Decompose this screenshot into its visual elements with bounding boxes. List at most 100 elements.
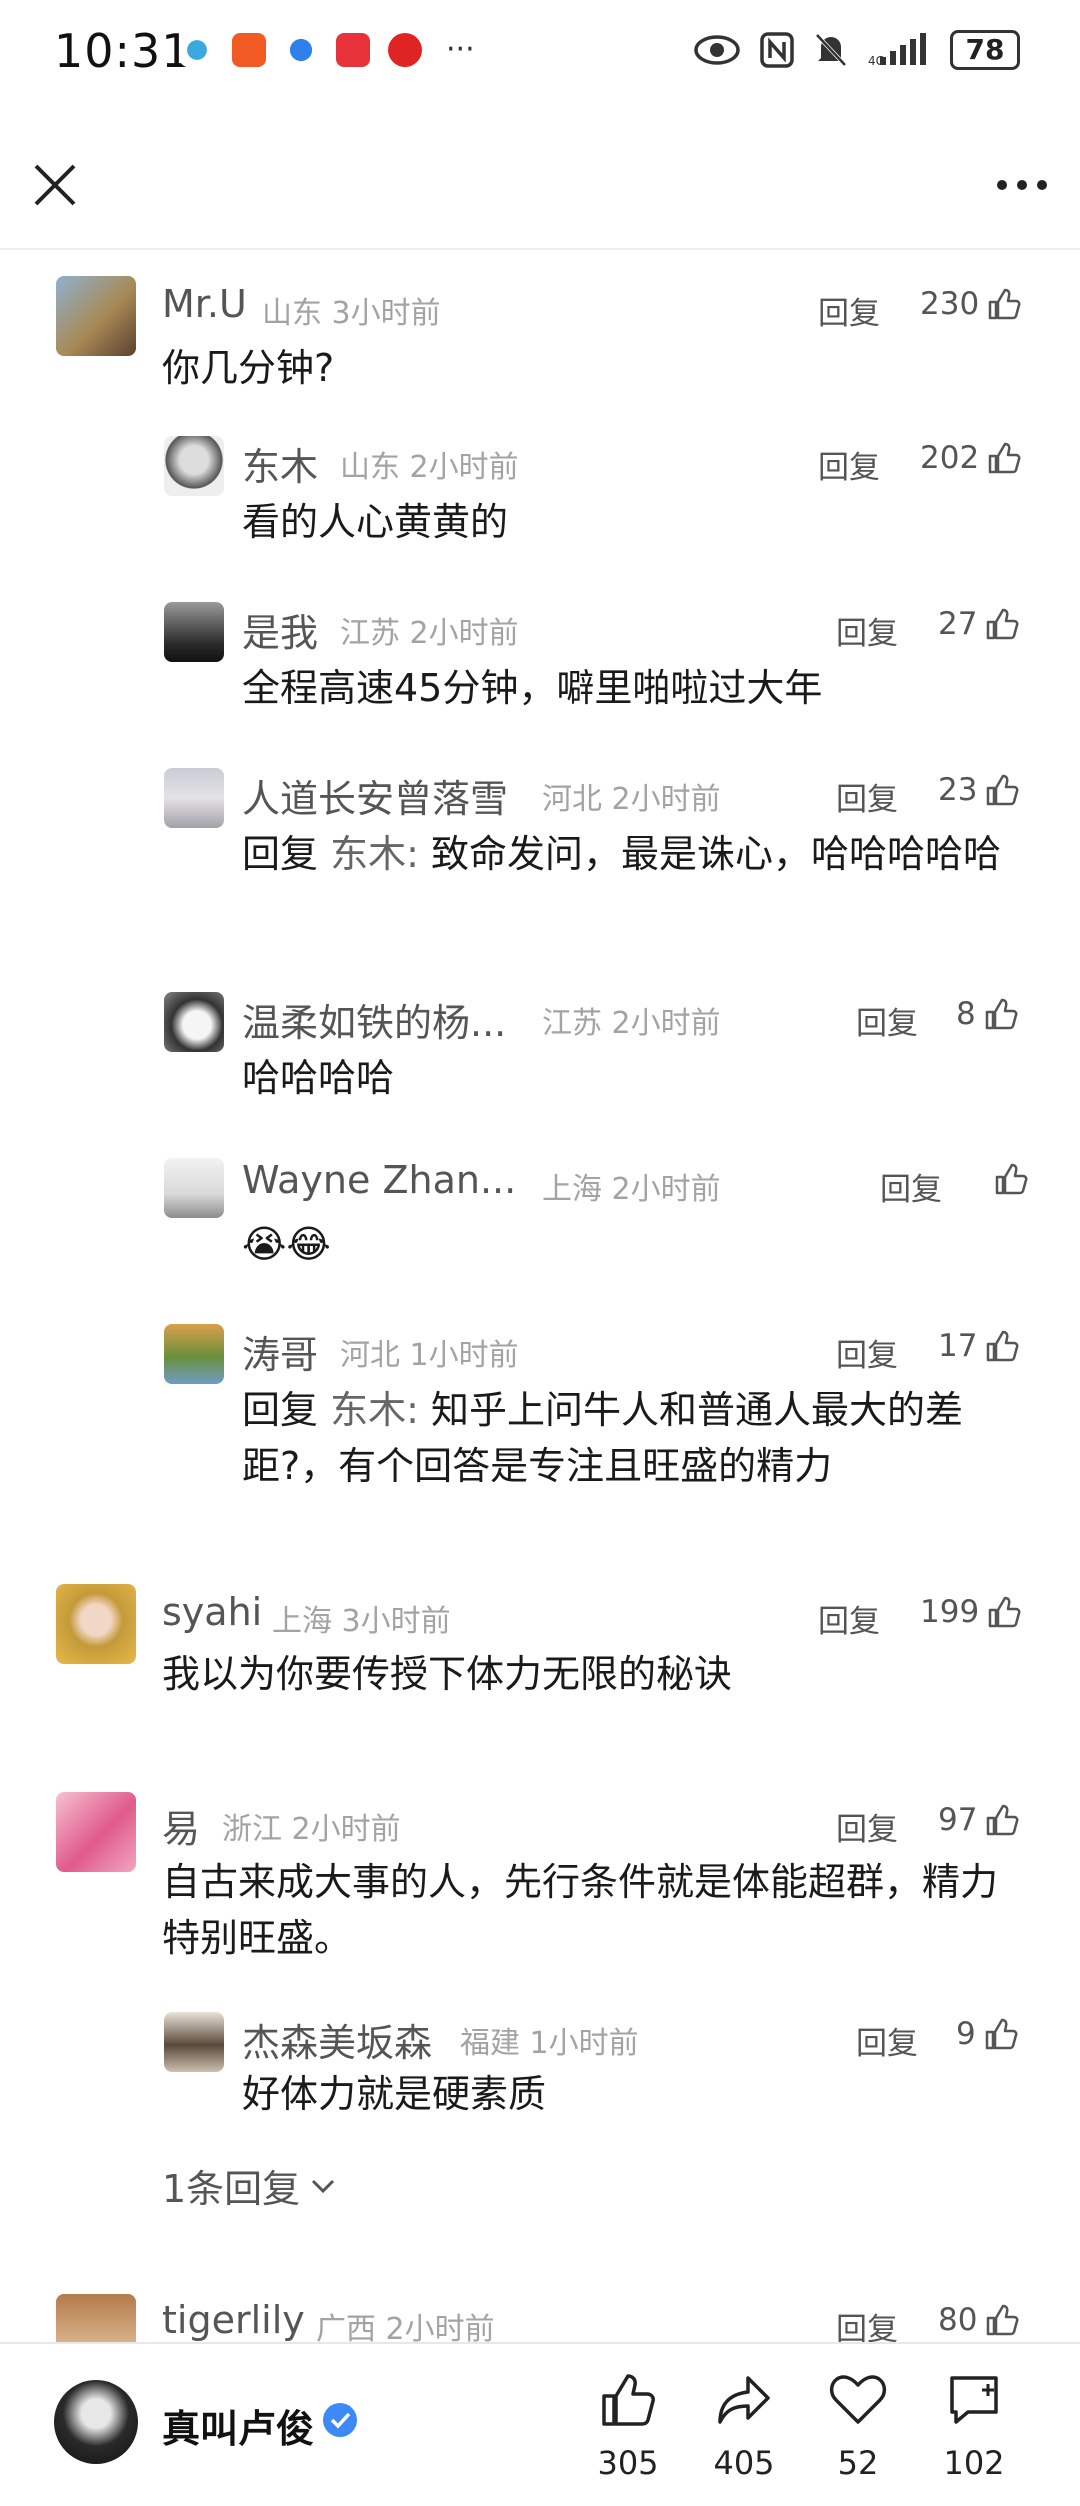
comment-meta: 江苏 2小时前 xyxy=(340,616,519,651)
comment-author[interactable]: 涛哥 xyxy=(242,1324,318,1379)
comment-add-icon xyxy=(950,2376,998,2424)
expand-replies-button[interactable]: 1条回复 xyxy=(162,2158,336,2213)
thumb-up-icon xyxy=(985,607,1019,641)
more-notifications-icon: ··· xyxy=(446,32,475,67)
like-count: 27 xyxy=(938,606,978,642)
comment-meta: 上海 3小时前 xyxy=(272,1604,451,1639)
avatar[interactable] xyxy=(56,2294,136,2342)
like-button[interactable] xyxy=(986,1162,1028,1196)
reply-button[interactable]: 回复 xyxy=(856,998,918,1043)
thumb-up-icon xyxy=(984,997,1018,1031)
like-button[interactable]: 80 xyxy=(938,2302,1019,2338)
avatar[interactable] xyxy=(164,2012,224,2072)
author-avatar[interactable] xyxy=(54,2380,138,2464)
avatar[interactable] xyxy=(56,1584,136,1664)
comment-author[interactable]: 温柔如铁的杨... xyxy=(242,992,506,1047)
signal-icon: 4G xyxy=(868,33,926,67)
more-options-icon[interactable] xyxy=(992,158,1052,212)
reply-button[interactable]: 回复 xyxy=(856,2018,918,2063)
planet-app-icon xyxy=(284,32,318,67)
comment-text: 你几分钟? xyxy=(162,346,335,390)
reply-prefix: 回复 xyxy=(242,1388,319,1432)
author-name[interactable]: 真叫卢俊 xyxy=(162,2398,314,2453)
avatar[interactable] xyxy=(164,1158,224,1218)
avatar[interactable] xyxy=(56,276,136,356)
like-button[interactable]: 97 xyxy=(938,1802,1019,1838)
reply-button[interactable]: 回复 xyxy=(818,288,880,333)
avatar[interactable] xyxy=(164,992,224,1052)
metro-app-icon xyxy=(388,32,422,67)
eye-icon xyxy=(694,35,740,65)
like-button[interactable]: 199 xyxy=(920,1594,1021,1630)
comment-meta: 山东 3小时前 xyxy=(262,296,441,331)
comment-meta: 河北 1小时前 xyxy=(340,1338,519,1373)
thumb-up-icon xyxy=(984,2017,1018,2051)
favorite-total: 52 xyxy=(837,2444,879,2482)
like-button[interactable]: 27 xyxy=(938,606,1019,642)
thumb-up-icon xyxy=(987,441,1021,475)
comment-meta: 福建 1小时前 xyxy=(460,2026,639,2061)
avatar[interactable] xyxy=(164,436,224,496)
comment-action-button[interactable]: 102 xyxy=(924,2370,1024,2482)
like-button[interactable]: 202 xyxy=(920,440,1021,476)
comment-body: 致命发问，最是诛心，哈哈哈哈哈 xyxy=(418,832,1002,876)
like-button[interactable]: 23 xyxy=(938,772,1019,808)
comment-author[interactable]: 是我 xyxy=(242,602,318,657)
comment-text: 😭😂 xyxy=(242,1222,331,1266)
svg-text:4G: 4G xyxy=(868,54,885,67)
comment-text: 我以为你要传授下体力无限的秘诀 xyxy=(162,1652,733,1696)
avatar[interactable] xyxy=(164,602,224,662)
like-action-button[interactable]: 305 xyxy=(578,2370,678,2482)
comment-meta: 浙江 2小时前 xyxy=(222,1812,401,1847)
comment-text: 回复 东木: 致命发问，最是诛心，哈哈哈哈哈 xyxy=(242,826,1022,882)
like-count: 8 xyxy=(956,996,976,1032)
comment-meta: 江苏 2小时前 xyxy=(542,1006,721,1041)
reply-button[interactable]: 回复 xyxy=(836,1804,898,1849)
reply-button[interactable]: 回复 xyxy=(880,1164,942,1209)
top-navigation xyxy=(0,118,1080,250)
comment-author[interactable]: syahi xyxy=(162,1590,262,1634)
expand-replies-label: 1条回复 xyxy=(162,2167,301,2211)
like-button[interactable]: 8 xyxy=(956,996,1018,1032)
comment-author[interactable]: 杰森美坂森 xyxy=(242,2012,432,2067)
reply-button[interactable]: 回复 xyxy=(818,1596,880,1641)
status-notification-icons: ··· xyxy=(180,32,475,67)
comment-author[interactable]: 东木 xyxy=(242,436,318,491)
status-time: 10:31 xyxy=(54,24,192,78)
comment-meta: 上海 2小时前 xyxy=(542,1172,721,1207)
thumb-up-icon xyxy=(985,2303,1019,2337)
verified-badge-icon xyxy=(323,2403,357,2437)
like-count: 202 xyxy=(920,440,980,476)
thumb-up-icon xyxy=(994,1162,1028,1196)
comment-total: 102 xyxy=(943,2444,1005,2482)
favorite-action-button[interactable]: 52 xyxy=(808,2370,908,2482)
comment-author[interactable]: 易 xyxy=(162,1798,200,1853)
like-count: 97 xyxy=(938,1802,978,1838)
close-icon[interactable] xyxy=(28,158,82,212)
like-button[interactable]: 230 xyxy=(920,286,1021,322)
comment-author[interactable]: Mr.U xyxy=(162,282,247,326)
comment-text: 好体力就是硬素质 xyxy=(242,2072,547,2116)
comment-text: 回复 东木: 知乎上问牛人和普通人最大的差距?，有个回答是专注且旺盛的精力 xyxy=(242,1382,1022,1494)
reply-to-user[interactable]: 东木: xyxy=(330,832,419,876)
comment-meta: 河北 2小时前 xyxy=(542,782,721,817)
reply-button[interactable]: 回复 xyxy=(836,774,898,819)
like-count: 199 xyxy=(920,1594,980,1630)
taobao-app-icon xyxy=(232,32,266,67)
avatar[interactable] xyxy=(164,1324,224,1384)
reply-button[interactable]: 回复 xyxy=(836,1330,898,1375)
share-arrow-icon xyxy=(718,2376,770,2424)
like-button[interactable]: 9 xyxy=(956,2016,1018,2052)
reply-button[interactable]: 回复 xyxy=(836,608,898,653)
like-button[interactable]: 17 xyxy=(938,1328,1019,1364)
avatar[interactable] xyxy=(164,768,224,828)
reply-to-user[interactable]: 东木: xyxy=(330,1388,419,1432)
avatar[interactable] xyxy=(56,1792,136,1872)
comment-author[interactable]: 人道长安曾落雪 xyxy=(242,768,508,823)
comment-author[interactable]: tigerlily xyxy=(162,2298,305,2342)
reply-button[interactable]: 回复 xyxy=(818,442,880,487)
comment-author[interactable]: Wayne Zhan... xyxy=(242,1158,516,1202)
share-action-button[interactable]: 405 xyxy=(694,2370,794,2482)
comment-text: 哈哈哈哈 xyxy=(242,1056,395,1100)
like-count: 23 xyxy=(938,772,978,808)
